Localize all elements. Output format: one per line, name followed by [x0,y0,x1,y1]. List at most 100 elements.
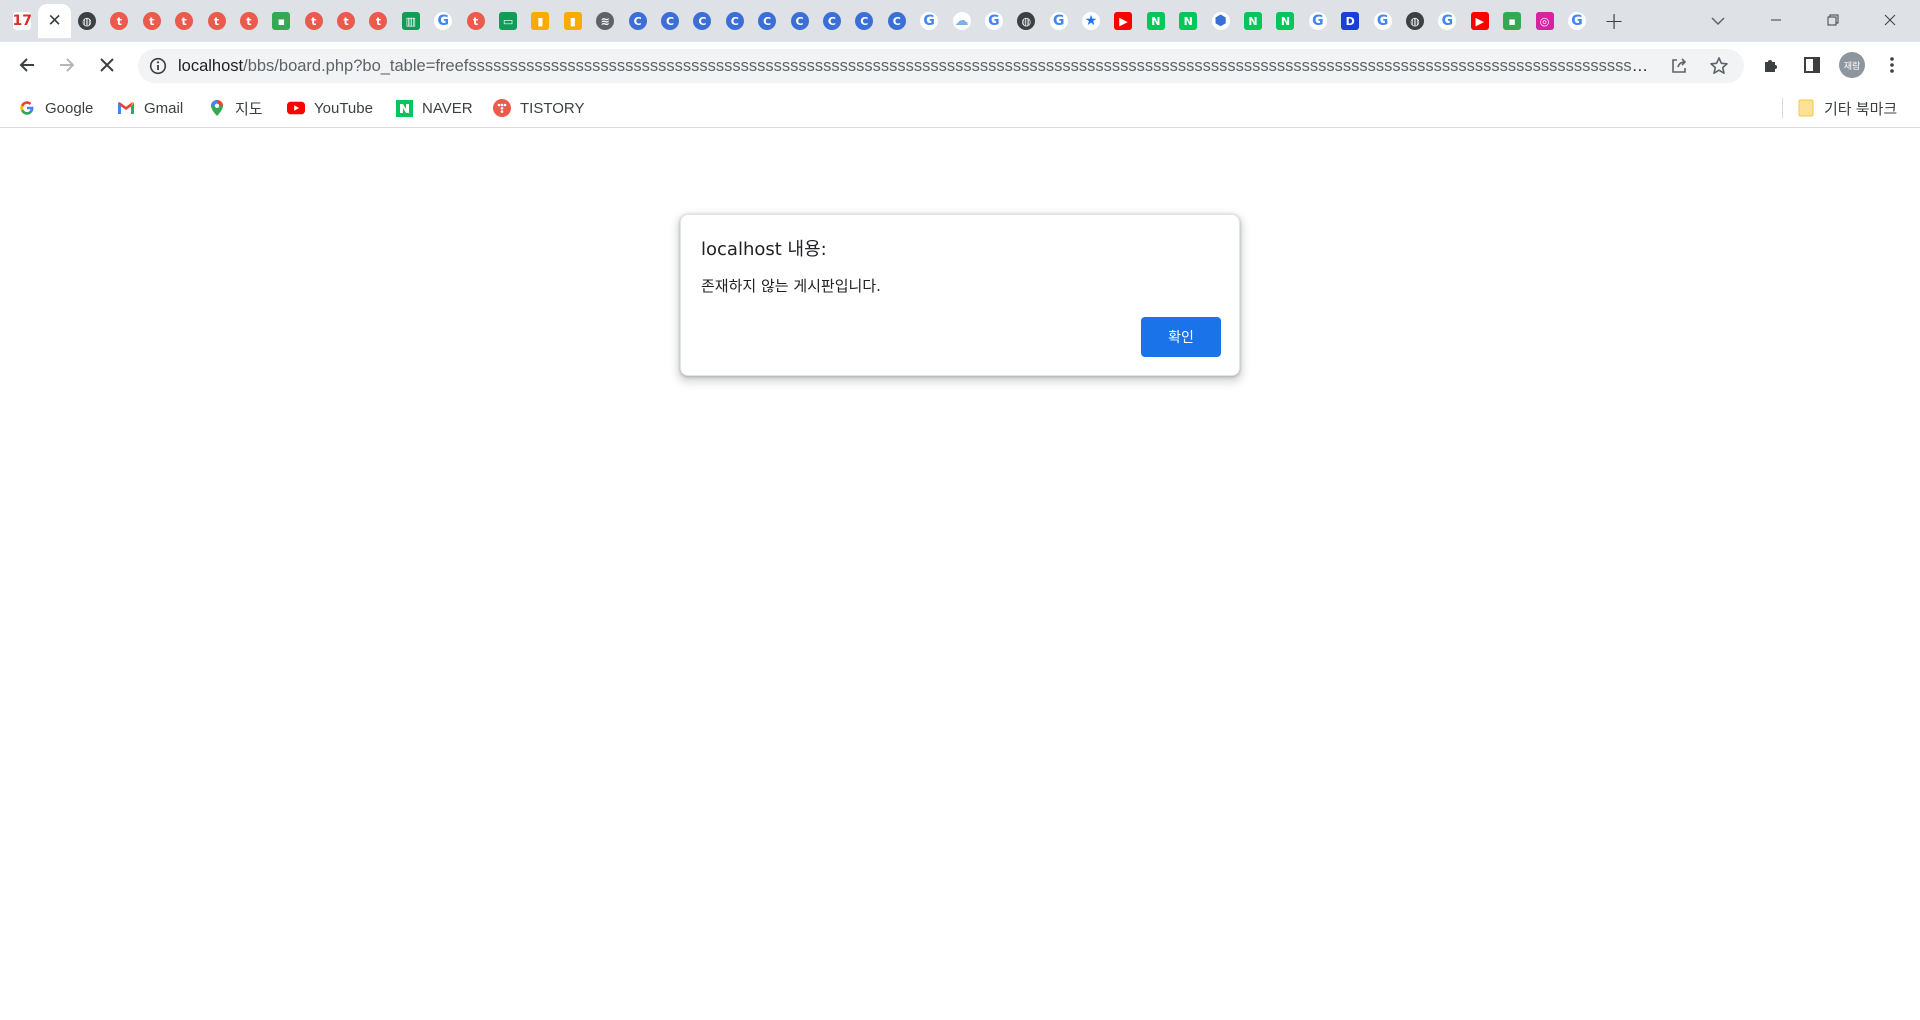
side-panel-icon [1804,57,1820,73]
back-button[interactable] [9,47,45,83]
bookmark-naver[interactable]: NAVER [395,96,473,120]
tab[interactable]: G [1043,4,1075,38]
site-info-icon[interactable] [148,56,168,76]
tab[interactable]: C [816,4,848,38]
tab[interactable]: ▶ [1464,4,1496,38]
tab[interactable]: ▮ [524,4,556,38]
tab[interactable]: t [200,4,232,38]
c-site-icon: C [725,12,744,30]
tab[interactable]: t [459,4,491,38]
tab[interactable]: C [621,4,653,38]
tab[interactable]: N [1172,4,1204,38]
tab[interactable]: ◎ [1528,4,1560,38]
bookmark-gmail[interactable]: Gmail [117,96,183,120]
close-tab-icon[interactable]: ✕ [47,12,61,30]
address-bar[interactable]: localhost/bbs/board.php?bo_table=freefss… [138,49,1744,83]
tab[interactable]: t [298,4,330,38]
naver-icon: N [1244,12,1263,30]
tab[interactable]: ◍ [1399,4,1431,38]
bookmark-label: 지도 [235,100,263,118]
tab[interactable]: G [1561,4,1593,38]
bookmark-star-icon[interactable] [1708,55,1730,77]
naver-icon: N [1146,12,1165,30]
tab-list: 17 ✕ ◍ t t t t t ▪ t t t ▥ Gt ▭ ▮ ▮ ≋ C C C C C C C C C G ☁ G ◍ G ★ ▶ N N ⬢ N… [6,4,1593,38]
google-icon: G [1308,12,1327,30]
tab[interactable]: ◍ [1010,4,1042,38]
tab[interactable]: C [848,4,880,38]
tab[interactable]: G [427,4,459,38]
google-icon: G [1438,12,1457,30]
side-panel-button[interactable] [1796,49,1828,81]
tab-strip: 17 ✕ ◍ t t t t t ▪ t t t ▥ Gt ▭ ▮ ▮ ≋ C C C C C C C C C G ☁ G ◍ G ★ ▶ N N ⬢ N… [0,0,1920,42]
c-site-icon: C [693,12,712,30]
bookmark-label: Google [45,99,94,117]
tab[interactable]: G [1366,4,1398,38]
youtube-icon: ▶ [1470,12,1489,30]
tab[interactable]: C [751,4,783,38]
tistory-icon: t [175,12,194,30]
bookmark-maps[interactable]: 지도 [208,96,263,120]
c-site-icon: C [790,12,809,30]
cloud-icon: ☁ [952,12,971,30]
tab[interactable]: C [881,4,913,38]
tab[interactable]: ★ [1075,4,1107,38]
tab[interactable]: ▮ [557,4,589,38]
tab[interactable]: G [1302,4,1334,38]
tab[interactable]: t [233,4,265,38]
tistory-icon: t [110,12,129,30]
puzzle-icon [1765,60,1777,72]
naver-icon: N [1179,12,1198,30]
forward-button[interactable] [49,47,85,83]
stop-loading-button[interactable] [89,47,125,83]
url-host: localhost [178,57,244,75]
bookmark-youtube[interactable]: YouTube [287,96,373,120]
tab[interactable]: ☁ [945,4,977,38]
tab[interactable]: t [103,4,135,38]
tab[interactable]: t [330,4,362,38]
close-window-button[interactable] [1862,0,1918,40]
tab[interactable]: t [362,4,394,38]
menu-button[interactable] [1876,49,1908,81]
tab[interactable]: ▪ [1496,4,1528,38]
tab[interactable]: G [913,4,945,38]
new-tab-button[interactable]: + [1598,6,1630,36]
tab[interactable]: ▥ [395,4,427,38]
tistory-icon: t [304,12,323,30]
analytics-icon: ▮ [563,12,582,30]
other-bookmarks[interactable]: 기타 북마크 [1797,96,1897,120]
tab[interactable]: t [168,4,200,38]
youtube-icon: ▶ [1114,12,1133,30]
tab[interactable]: ▭ [492,4,524,38]
tab[interactable]: ▪ [265,4,297,38]
tab[interactable]: ⬢ [1204,4,1236,38]
tab[interactable]: N [1237,4,1269,38]
minimize-button[interactable] [1748,0,1804,40]
tab[interactable]: t [136,4,168,38]
extensions-button[interactable] [1756,49,1788,81]
tab[interactable]: C [654,4,686,38]
active-tab[interactable]: ✕ [38,4,71,38]
tab[interactable]: C [719,4,751,38]
bookmark-tistory[interactable]: TISTORY [493,96,584,120]
tab[interactable]: D [1334,4,1366,38]
tab[interactable]: 17 [6,4,38,38]
tab[interactable]: G [1431,4,1463,38]
profile-button[interactable]: 재람 [1836,49,1868,81]
tab[interactable]: N [1269,4,1301,38]
c-site-icon: C [628,12,647,30]
globe-icon: ◍ [1017,12,1036,30]
tab[interactable]: N [1140,4,1172,38]
bookmark-google[interactable]: Google [18,96,93,120]
restore-button[interactable] [1805,0,1861,40]
tab[interactable]: C [783,4,815,38]
tab[interactable]: ◍ [71,4,103,38]
tab[interactable]: C [686,4,718,38]
tab[interactable]: ▶ [1107,4,1139,38]
tab-search-button[interactable] [1702,8,1734,34]
ok-button[interactable]: 확인 [1141,317,1221,357]
share-icon[interactable] [1668,55,1690,77]
tab[interactable]: G [978,4,1010,38]
url-text[interactable]: localhost/bbs/board.php?bo_table=freefss… [178,49,1656,83]
tab[interactable]: ≋ [589,4,621,38]
google-icon [18,99,36,117]
